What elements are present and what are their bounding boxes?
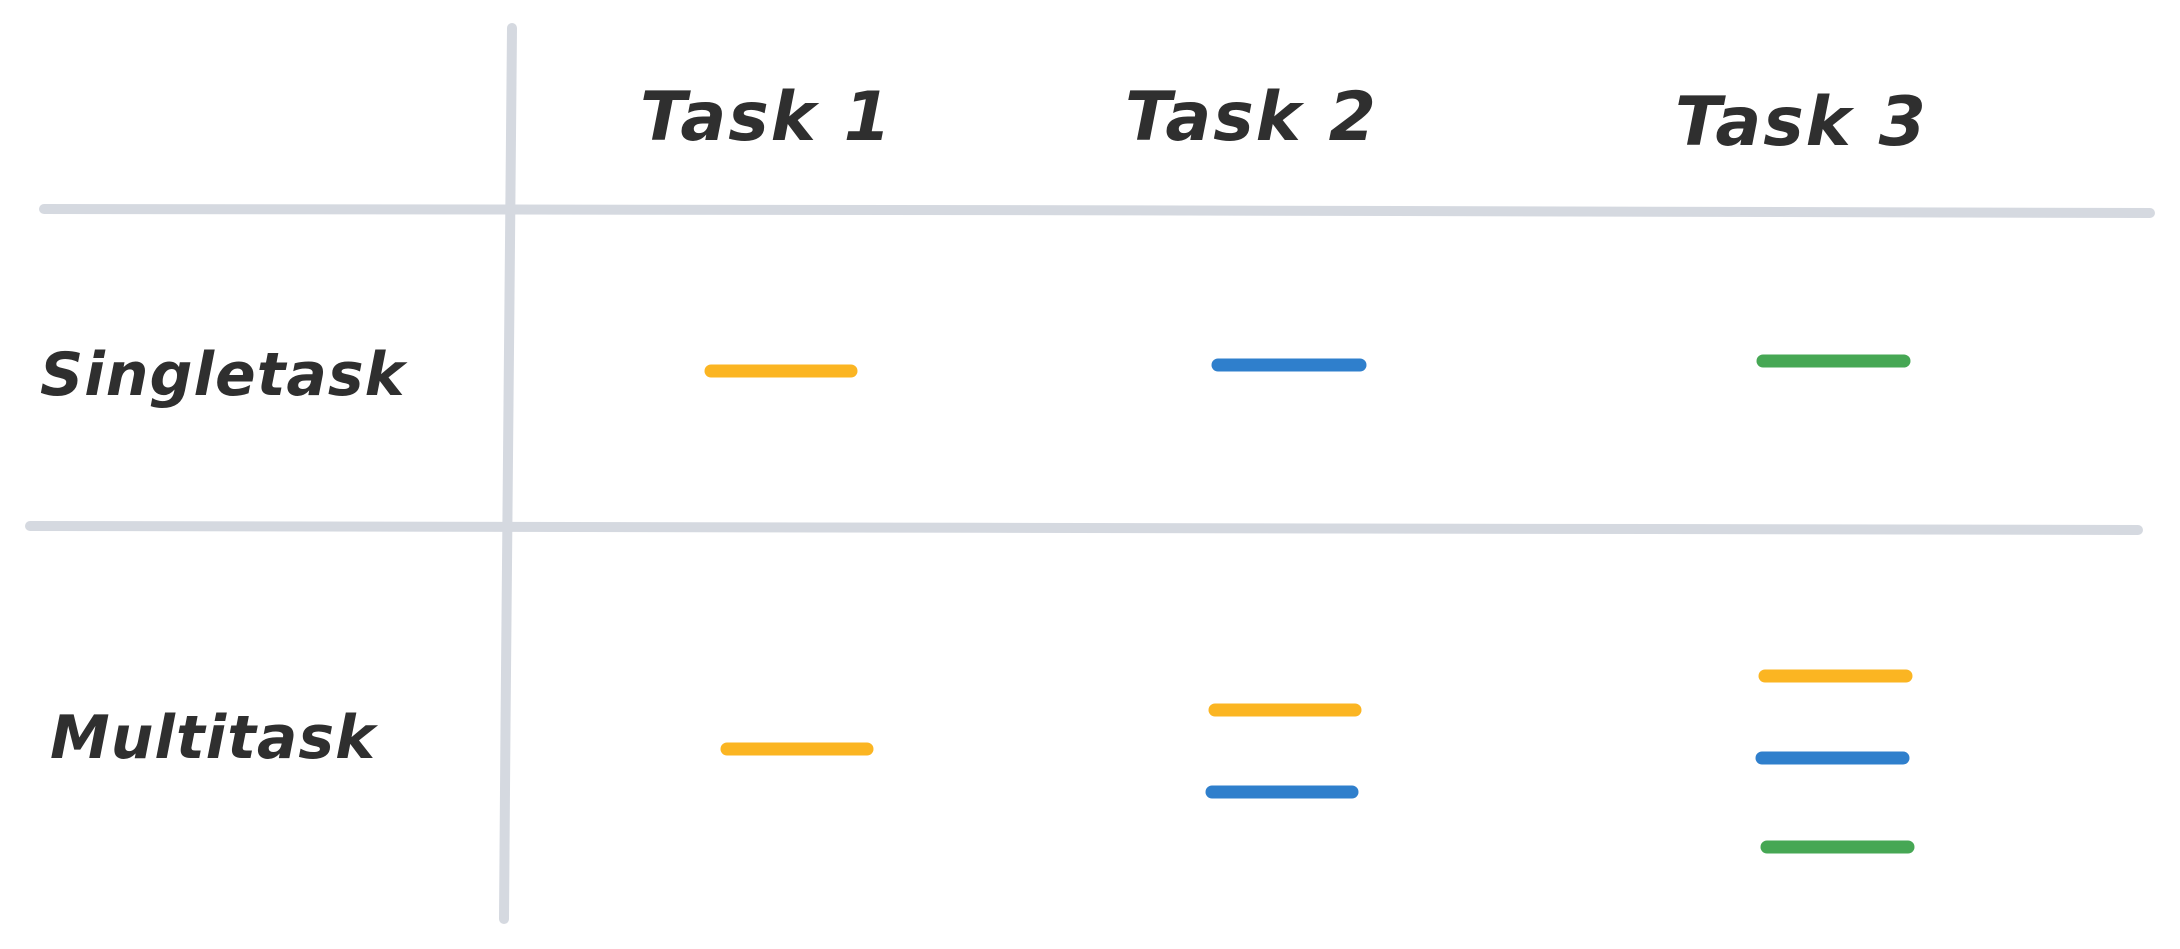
column-header-task-1: Task 1	[640, 78, 893, 157]
row-divider	[25, 521, 2143, 535]
task-comparison-diagram: Task 1 Task 2 Task 3 Singletask Multitas…	[25, 23, 2155, 924]
row-header-singletask: Singletask	[40, 340, 408, 410]
column-header-task-3: Task 3	[1675, 83, 1928, 162]
header-divider	[39, 204, 2155, 218]
column-header-task-2: Task 2	[1125, 78, 1378, 157]
row-header-multitask: Multitask	[50, 703, 378, 773]
vertical-divider	[499, 23, 517, 924]
